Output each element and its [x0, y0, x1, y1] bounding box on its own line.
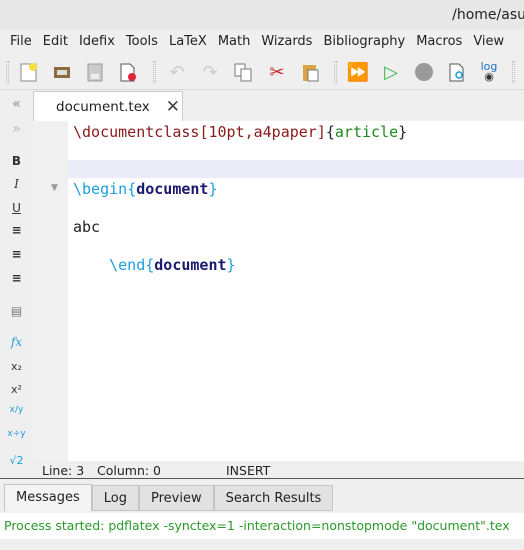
- math-mode-button[interactable]: fx: [0, 335, 33, 349]
- menu-edit[interactable]: Edit: [43, 30, 68, 53]
- status-mode: INSERT: [226, 463, 271, 478]
- close-tab-icon[interactable]: ✕: [166, 97, 180, 117]
- copy-icon[interactable]: [232, 61, 254, 83]
- build-view-icon[interactable]: ⏩: [347, 61, 369, 83]
- menu-tools[interactable]: Tools: [126, 30, 158, 53]
- fold-arrow-icon[interactable]: ▼: [51, 183, 58, 193]
- window-title: /home/asu: [452, 7, 524, 23]
- menu-math[interactable]: Math: [218, 30, 251, 53]
- align-right-icon[interactable]: ≡: [0, 271, 33, 285]
- menu-macros[interactable]: Macros: [416, 30, 462, 53]
- menu-wizards[interactable]: Wizards: [261, 30, 312, 53]
- left-sidebar: « » B I U ≡ ≡ ≡ ▤ fx x₂ x² x/y x÷y √2: [0, 90, 33, 470]
- cut-icon[interactable]: ✂: [266, 61, 288, 83]
- status-bar: Line: 3 Column: 0 INSERT: [0, 461, 524, 479]
- line-gutter: ▼: [33, 121, 68, 461]
- status-column: Column: 0: [97, 463, 162, 478]
- editor-line-8: \end{document}: [109, 256, 236, 274]
- tab-preview[interactable]: Preview: [138, 485, 214, 511]
- new-file-icon[interactable]: [18, 61, 40, 83]
- toolbar: ↶ ↷ ✂ ⏩ ▷ log ◉: [0, 53, 524, 90]
- expand-icon[interactable]: »: [0, 121, 33, 137]
- editor-line-1: \documentclass[10pt,a4paper]{article}: [73, 123, 408, 141]
- menu-file[interactable]: File: [10, 30, 32, 53]
- menu-bar: File Edit Idefix Tools LaTeX Math Wizard…: [0, 30, 524, 53]
- redo-icon[interactable]: ↷: [199, 61, 221, 83]
- tab-document[interactable]: document.tex ✕: [33, 91, 183, 121]
- view-log-icon[interactable]: log ◉: [478, 61, 500, 83]
- open-icon[interactable]: [51, 61, 73, 83]
- menu-view[interactable]: View: [473, 30, 504, 53]
- dfrac-icon[interactable]: x÷y: [0, 429, 33, 439]
- insert-ref-icon[interactable]: ▤: [0, 304, 33, 318]
- tab-messages[interactable]: Messages: [4, 484, 92, 511]
- view-pdf-icon[interactable]: [446, 61, 468, 83]
- menu-idefix[interactable]: Idefix: [79, 30, 115, 53]
- tab-bar: document.tex ✕: [0, 90, 524, 121]
- tab-log[interactable]: Log: [91, 485, 139, 511]
- undo-icon[interactable]: ↶: [166, 61, 188, 83]
- superscript-button[interactable]: x²: [0, 383, 33, 396]
- paste-icon[interactable]: [299, 61, 321, 83]
- subscript-button[interactable]: x₂: [0, 360, 33, 373]
- fraction-icon[interactable]: x/y: [0, 405, 33, 415]
- message-tabs: Messages Log Preview Search Results: [4, 484, 334, 511]
- editor-line-6: abc: [73, 218, 101, 236]
- align-left-icon[interactable]: ≡: [0, 223, 33, 237]
- toolbar-separator: [334, 61, 337, 83]
- save-icon[interactable]: [84, 61, 106, 83]
- tab-search-results[interactable]: Search Results: [213, 485, 334, 511]
- status-line: Line: 3: [42, 463, 85, 478]
- compile-icon[interactable]: ▷: [380, 61, 402, 83]
- align-center-icon[interactable]: ≡: [0, 247, 33, 261]
- menu-latex[interactable]: LaTeX: [169, 30, 207, 53]
- current-line-highlight: [68, 160, 524, 178]
- tab-label: document.tex: [56, 98, 150, 115]
- title-bar: /home/asu: [0, 0, 524, 30]
- editor-line-4: \begin{document}: [73, 180, 218, 198]
- bold-button[interactable]: B: [0, 154, 33, 168]
- toolbar-separator: [512, 61, 515, 83]
- toolbar-separator: [153, 61, 156, 83]
- close-file-icon[interactable]: [117, 61, 139, 83]
- toolbar-separator: [6, 61, 9, 83]
- menu-bibliography[interactable]: Bibliography: [323, 30, 405, 53]
- italic-button[interactable]: I: [0, 177, 33, 191]
- stop-icon[interactable]: [413, 61, 435, 83]
- underline-button[interactable]: U: [0, 201, 33, 215]
- message-text: Process started: pdflatex -synctex=1 -in…: [4, 518, 510, 533]
